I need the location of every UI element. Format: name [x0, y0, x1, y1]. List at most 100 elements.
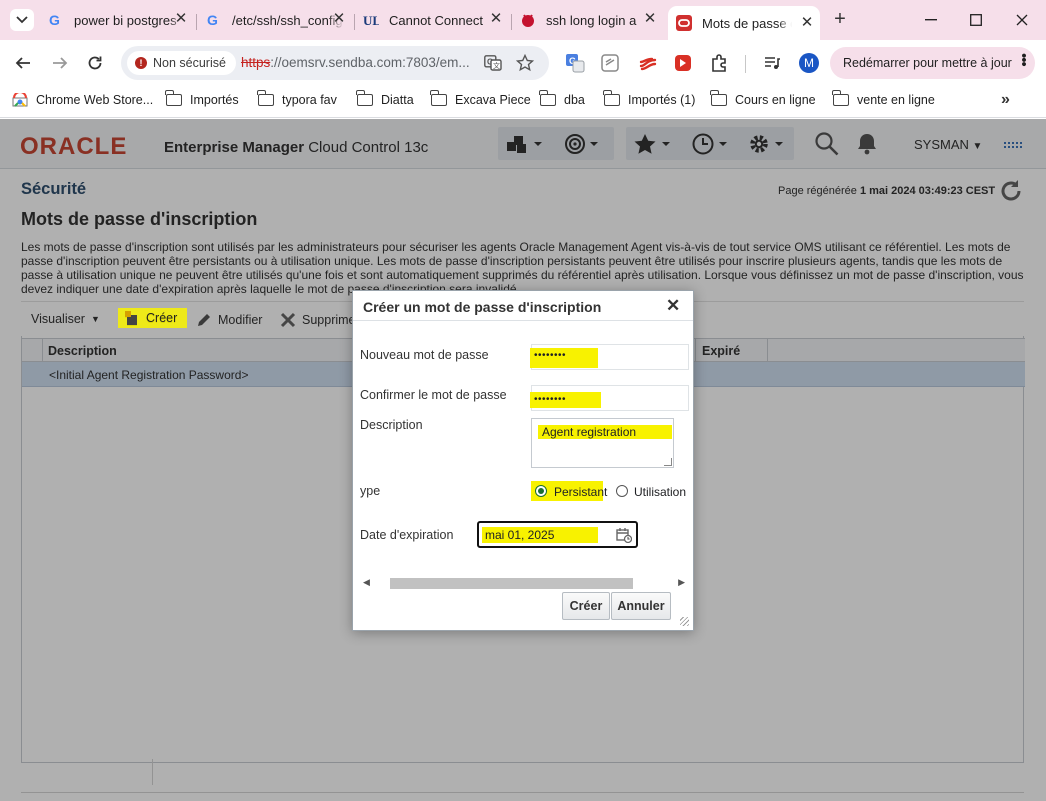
extensions-puzzle-icon[interactable]	[709, 53, 729, 73]
tab-separator	[196, 14, 197, 30]
bookmark-label: Diatta	[381, 93, 414, 107]
resize-grip-icon[interactable]	[664, 458, 672, 466]
close-icon[interactable]: ✕	[666, 296, 680, 316]
dialog-create-button[interactable]: Créer	[562, 592, 610, 620]
oracle-icon	[676, 15, 692, 31]
tab-ssh-config[interactable]: G /etc/ssh/ssh_config ✕	[206, 8, 352, 32]
tab-cannot-connect[interactable]: UL Cannot Connect ✕	[363, 8, 509, 32]
dialog-header: Créer un mot de passe d'inscription ✕	[353, 291, 693, 321]
security-chip[interactable]: ! Non sécurisé	[127, 51, 236, 75]
translate-icon[interactable]: G文	[484, 54, 502, 72]
url-rest: ://oemsrv.sendba.com:7803/em...	[270, 55, 470, 70]
google-icon: G	[48, 12, 64, 28]
tab-power-bi[interactable]: G power bi postgres ✕	[48, 8, 194, 32]
url-scheme: https	[241, 55, 271, 70]
more-vertical-icon: •••	[1015, 53, 1032, 66]
radio-single-use[interactable]	[616, 485, 628, 497]
url-text[interactable]: https://oemsrv.sendba.com:7803/em...	[241, 55, 470, 70]
folder-icon	[257, 90, 274, 106]
bookmark-label: Importés	[190, 93, 239, 107]
create-button-highlighted[interactable]: Créer	[124, 310, 177, 326]
link-extension-icon[interactable]	[600, 53, 620, 73]
close-tab-icon[interactable]: ✕	[800, 15, 814, 30]
maximize-icon[interactable]	[966, 10, 986, 30]
tab-ssh-long-login[interactable]: ssh long login a ✕	[520, 8, 663, 32]
debian-icon	[520, 12, 536, 28]
scroll-right-icon[interactable]: ▶	[678, 577, 685, 588]
bookmark-chrome-web-store[interactable]: Chrome Web Store...	[12, 93, 153, 107]
tab-separator	[354, 14, 355, 30]
folder-icon	[165, 90, 182, 106]
description-textarea[interactable]: Agent registration	[531, 418, 674, 468]
profile-avatar[interactable]: M	[799, 53, 819, 73]
bookmark-folder-importes-1[interactable]: Importés (1)	[603, 90, 696, 107]
scrollbar-thumb[interactable]	[390, 578, 633, 589]
bookmark-star-icon[interactable]	[516, 54, 534, 72]
bookmark-folder-diatta[interactable]: Diatta	[356, 90, 414, 107]
confirm-password-value: ••••••••	[530, 392, 601, 408]
svg-text:文: 文	[493, 61, 500, 70]
arrow-left-icon	[15, 57, 30, 69]
type-label: ype	[360, 484, 381, 498]
radio-persistent[interactable]	[535, 485, 547, 497]
dialog-cancel-button[interactable]: Annuler	[611, 592, 671, 620]
dialog-title: Créer un mot de passe d'inscription	[363, 299, 602, 315]
media-queue-icon[interactable]	[762, 53, 782, 73]
bookmark-folder-importes[interactable]: Importés	[165, 90, 239, 107]
close-tab-icon[interactable]: ✕	[174, 11, 188, 26]
bookmark-label: Importés (1)	[628, 93, 696, 107]
tab-title: Cannot Connect	[389, 12, 483, 28]
bookmark-label: Chrome Web Store...	[36, 93, 154, 107]
horizontal-scrollbar[interactable]: ◀ ▶	[360, 577, 688, 590]
relaunch-to-update-button[interactable]: Redémarrer pour mettre à jour •••	[830, 47, 1035, 79]
tab-separator	[511, 14, 512, 30]
create-icon	[125, 311, 137, 325]
dialog-resize-grip-icon[interactable]	[680, 617, 689, 626]
minimize-icon[interactable]	[921, 10, 941, 30]
close-tab-icon[interactable]: ✕	[332, 11, 346, 26]
folder-icon	[430, 90, 447, 106]
browser-tab-strip: G power bi postgres ✕ G /etc/ssh/ssh_con…	[0, 0, 1046, 40]
arrow-right-icon	[53, 57, 68, 69]
bookmark-folder-typora[interactable]: typora fav	[257, 90, 337, 107]
svg-text:UL: UL	[363, 13, 379, 28]
close-window-icon[interactable]	[1012, 10, 1032, 30]
tab-title: Mots de passe d	[702, 15, 792, 31]
description-label: Description	[360, 418, 423, 432]
record-extension-icon[interactable]	[673, 53, 693, 73]
bookmark-folder-excava[interactable]: Excava Piece	[430, 90, 531, 107]
back-button[interactable]	[10, 50, 36, 76]
bookmark-folder-vente[interactable]: vente en ligne	[832, 90, 935, 107]
bookmark-folder-cours[interactable]: Cours en ligne	[710, 90, 816, 107]
bookmark-folder-dba[interactable]: dba	[539, 90, 585, 107]
cloud-extension-icon[interactable]	[638, 53, 658, 73]
bookmark-label: Cours en ligne	[735, 93, 816, 107]
scroll-left-icon[interactable]: ◀	[363, 577, 370, 588]
bookmarks-bar: Chrome Web Store... Importés typora fav …	[0, 86, 1046, 118]
tab-search-button[interactable]	[10, 9, 34, 31]
radio-single-use-label: Utilisation	[634, 485, 687, 499]
radio-persistent-label: Persistant	[554, 485, 608, 499]
security-label: Non sécurisé	[153, 56, 226, 70]
address-bar[interactable]: ! Non sécurisé https://oemsrv.sendba.com…	[121, 46, 549, 80]
svg-text:G: G	[207, 13, 218, 27]
forward-button[interactable]	[47, 50, 73, 76]
chrome-store-icon	[12, 93, 28, 107]
reload-button[interactable]	[82, 50, 108, 76]
close-tab-icon[interactable]: ✕	[489, 11, 503, 26]
close-tab-icon[interactable]: ✕	[643, 11, 657, 26]
more-bookmarks-icon[interactable]: »	[1001, 91, 1010, 109]
new-password-value: ••••••••	[530, 348, 598, 368]
toolbar-divider	[745, 55, 746, 73]
calendar-icon[interactable]	[616, 527, 632, 543]
relaunch-label: Redémarrer pour mettre à jour	[843, 56, 1012, 70]
new-tab-button[interactable]: +	[830, 9, 850, 30]
bookmark-label: Excava Piece	[455, 93, 531, 107]
translate-extension-icon[interactable]: G	[565, 53, 585, 73]
chevron-down-icon	[16, 16, 28, 24]
ul-icon: UL	[363, 12, 379, 28]
tab-title: ssh long login a	[546, 12, 637, 28]
tab-mots-de-passe[interactable]: Mots de passe d ✕	[668, 6, 820, 40]
reload-icon	[88, 56, 102, 70]
expiry-date-input[interactable]: mai 01, 2025	[477, 521, 638, 548]
